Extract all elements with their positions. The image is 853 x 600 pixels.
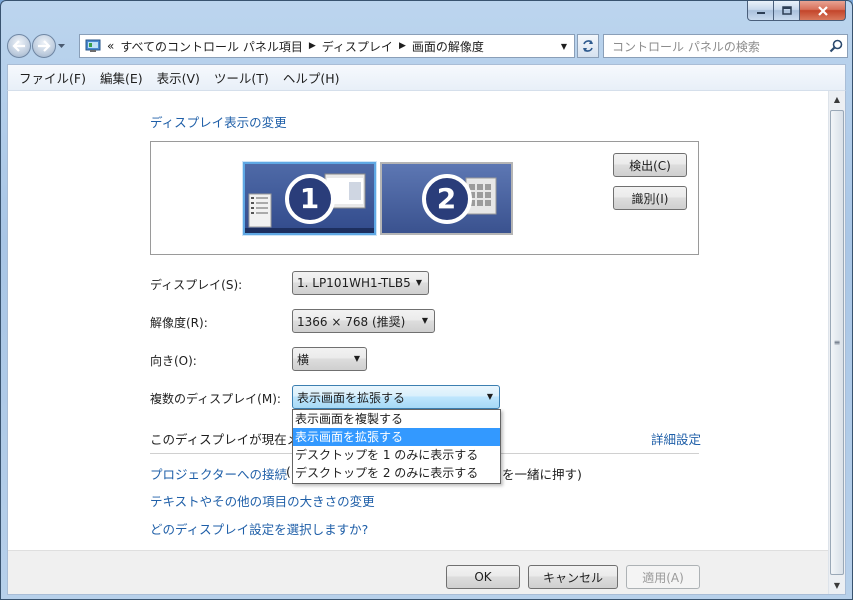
- close-icon: [817, 5, 828, 16]
- navigation-bar: « すべてのコントロール パネル項目 ▶ ディスプレイ ▶ 画面の解像度 ▼ コ…: [7, 32, 848, 60]
- orientation-select-value: 横: [297, 352, 310, 367]
- detect-button[interactable]: 検出(C): [613, 153, 687, 177]
- menu-tools[interactable]: ツール(T): [207, 68, 276, 87]
- chevron-down-icon: ▼: [486, 392, 493, 401]
- multiple-displays-select-value: 表示画面を拡張する: [297, 390, 406, 405]
- monitor-2[interactable]: 2: [380, 162, 513, 235]
- chevron-down-icon: ▼: [421, 316, 428, 325]
- advanced-settings-link[interactable]: 詳細設定: [651, 429, 701, 448]
- maximize-button[interactable]: [774, 1, 800, 21]
- menu-edit[interactable]: 編集(E): [93, 68, 150, 87]
- chevron-down-icon: ▼: [415, 278, 422, 287]
- chevron-down-icon: ▼: [353, 354, 360, 363]
- back-button[interactable]: [7, 34, 31, 58]
- multiple-displays-select[interactable]: 表示画面を拡張する ▼: [292, 385, 500, 409]
- multiple-displays-label: 複数のディスプレイ(M):: [150, 392, 281, 406]
- cancel-button[interactable]: キャンセル: [528, 565, 618, 589]
- dropdown-option[interactable]: デスクトップを 1 のみに表示する: [293, 446, 500, 464]
- control-panel-icon: [82, 36, 104, 56]
- orientation-select[interactable]: 横 ▼: [292, 347, 367, 371]
- breadcrumb-item[interactable]: ディスプレイ: [319, 38, 396, 55]
- orientation-label: 向き(O):: [150, 354, 197, 368]
- display-select[interactable]: 1. LP101WH1-TLB5 ▼: [292, 271, 429, 295]
- search-placeholder: コントロール パネルの検索: [612, 39, 760, 54]
- projector-text-prefix: (: [286, 464, 291, 479]
- history-dropdown[interactable]: [56, 34, 66, 58]
- menu-file[interactable]: ファイル(F): [12, 68, 93, 87]
- content-area: ディスプレイ表示の変更 1 2 検出(C) 識別(I) ディスプレイ(S): 1…: [7, 90, 846, 595]
- minimize-icon: [756, 11, 765, 14]
- dropdown-option[interactable]: 表示画面を複製する: [293, 410, 500, 428]
- dropdown-option[interactable]: デスクトップを 2 のみに表示する: [293, 464, 500, 482]
- window: « すべてのコントロール パネル項目 ▶ ディスプレイ ▶ 画面の解像度 ▼ コ…: [0, 0, 853, 600]
- maximize-icon: [781, 6, 792, 15]
- monitor-arrangement: 1 2 検出(C) 識別(I): [150, 141, 699, 255]
- monitor-1[interactable]: 1: [243, 162, 376, 235]
- footer: [8, 550, 828, 594]
- refresh-button[interactable]: [577, 34, 599, 58]
- main-display-text: このディスプレイが現在メ: [150, 432, 300, 447]
- menu-view[interactable]: 表示(V): [150, 68, 207, 87]
- scroll-up-icon[interactable]: ▲: [829, 91, 845, 108]
- arrow-right-icon: [38, 40, 51, 52]
- monitor-1-number: 1: [284, 173, 335, 224]
- display-select-value: 1. LP101WH1-TLB5: [297, 276, 411, 290]
- which-settings-link[interactable]: どのディスプレイ設定を選択しますか?: [150, 519, 368, 538]
- refresh-icon: [583, 40, 593, 52]
- breadcrumb-item[interactable]: すべてのコントロール パネル項目: [117, 38, 306, 55]
- display-label: ディスプレイ(S):: [150, 278, 243, 292]
- forward-button[interactable]: [32, 34, 56, 58]
- breadcrumb-separator-icon[interactable]: ▶: [396, 41, 409, 51]
- vertical-scrollbar[interactable]: ▲ ≡ ▼: [828, 91, 845, 594]
- menu-help[interactable]: ヘルプ(H): [276, 68, 347, 87]
- minimize-button[interactable]: [747, 1, 774, 21]
- text-size-link[interactable]: テキストやその他の項目の大きさの変更: [150, 491, 375, 510]
- resolution-select-value: 1366 × 768 (推奨): [297, 314, 406, 329]
- projector-shortcut-text: を一緒に押す): [502, 467, 582, 482]
- address-dropdown-icon[interactable]: ▼: [556, 37, 572, 55]
- close-button[interactable]: [800, 1, 846, 21]
- page-title: ディスプレイ表示の変更: [150, 115, 287, 130]
- resolution-select[interactable]: 1366 × 768 (推奨) ▼: [292, 309, 435, 333]
- address-bar[interactable]: « すべてのコントロール パネル項目 ▶ ディスプレイ ▶ 画面の解像度 ▼: [79, 34, 575, 58]
- ok-button[interactable]: OK: [446, 565, 520, 589]
- search-box[interactable]: コントロール パネルの検索: [603, 34, 848, 58]
- arrow-left-icon: [12, 40, 25, 52]
- breadcrumb-item[interactable]: 画面の解像度: [409, 38, 487, 55]
- address-overflow[interactable]: «: [104, 39, 117, 53]
- menu-bar: ファイル(F) 編集(E) 表示(V) ツール(T) ヘルプ(H): [7, 64, 846, 90]
- magnifier-icon[interactable]: [829, 39, 843, 56]
- identify-button[interactable]: 識別(I): [613, 186, 687, 210]
- breadcrumb-separator-icon[interactable]: ▶: [306, 41, 319, 51]
- multiple-displays-dropdown: 表示画面を複製する 表示画面を拡張する デスクトップを 1 のみに表示する デス…: [292, 409, 501, 484]
- dropdown-option-selected[interactable]: 表示画面を拡張する: [293, 428, 500, 446]
- scroll-down-icon[interactable]: ▼: [829, 577, 845, 594]
- caption-buttons: [747, 1, 846, 21]
- apply-button[interactable]: 適用(A): [626, 565, 700, 589]
- projector-link[interactable]: プロジェクターへの接続: [150, 464, 287, 483]
- monitor-2-number: 2: [421, 173, 472, 224]
- chevron-down-icon: [57, 43, 65, 48]
- resolution-label: 解像度(R):: [150, 316, 208, 330]
- scrollbar-thumb[interactable]: ≡: [830, 110, 844, 575]
